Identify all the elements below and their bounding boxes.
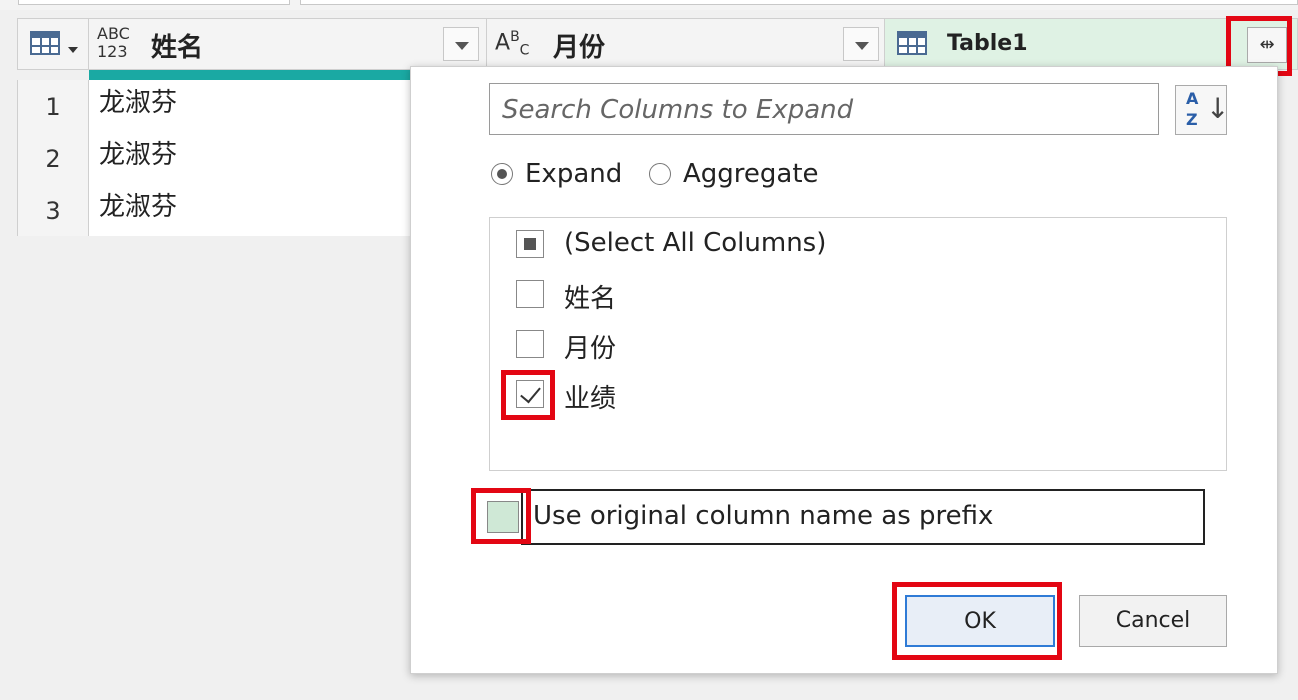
table-cell[interactable]: 龙淑芬 — [89, 132, 411, 184]
cancel-button[interactable]: Cancel — [1079, 595, 1227, 647]
checkbox-label: 业绩 — [564, 384, 617, 414]
highlight-box — [471, 488, 531, 544]
filter-dropdown-button[interactable] — [443, 27, 479, 61]
column-header-month[interactable]: ABC 月份 — [487, 18, 885, 70]
table-row[interactable]: 2 龙淑芬 — [17, 132, 411, 184]
row-number: 1 — [17, 80, 89, 132]
filter-dropdown-button[interactable] — [843, 27, 879, 61]
table-icon — [30, 31, 60, 55]
sort-az-icon: AZ — [1186, 89, 1199, 129]
radio-expand-label: Expand — [525, 159, 623, 189]
column-checkbox-list: (Select All Columns) 姓名 月份 业绩 — [489, 217, 1227, 471]
table-row[interactable]: 3 龙淑芬 — [17, 184, 411, 236]
grid-corner-menu[interactable] — [17, 18, 89, 70]
prefix-label: Use original column name as prefix — [533, 501, 994, 531]
select-all-checkbox[interactable] — [516, 230, 544, 258]
chevron-down-icon — [68, 47, 78, 53]
table-cell[interactable]: 龙淑芬 — [89, 184, 411, 236]
column-header-label: 姓名 — [151, 33, 204, 63]
highlight-box — [892, 582, 1062, 660]
checkbox-label: 月份 — [564, 334, 617, 364]
table-cell[interactable]: 龙淑芬 — [89, 80, 411, 132]
radio-expand[interactable] — [491, 163, 513, 185]
sort-az-button[interactable]: AZ ↓ — [1175, 85, 1230, 135]
column-quality-bar — [89, 70, 429, 80]
type-text-icon: ABC — [495, 29, 530, 59]
search-columns-input[interactable]: Search Columns to Expand — [489, 83, 1159, 135]
row-number: 3 — [17, 184, 89, 236]
formula-bar[interactable] — [300, 0, 1298, 5]
radio-aggregate-label: Aggregate — [683, 159, 819, 189]
highlight-box — [501, 370, 555, 420]
column-header-label: Table1 — [947, 31, 1028, 56]
column-header-label: 月份 — [553, 33, 606, 63]
checkbox-label: 姓名 — [564, 284, 617, 314]
radio-aggregate[interactable] — [649, 163, 671, 185]
table-icon — [897, 31, 927, 55]
type-any-icon: ABC 123 — [97, 24, 130, 61]
row-number: 2 — [17, 132, 89, 184]
table-row[interactable]: 1 龙淑芬 — [17, 80, 411, 132]
column-header-name[interactable]: ABC 123 姓名 — [89, 18, 487, 70]
name-box[interactable] — [18, 0, 290, 5]
checkbox-label: (Select All Columns) — [564, 228, 827, 258]
column-checkbox[interactable] — [516, 330, 544, 358]
column-checkbox[interactable] — [516, 280, 544, 308]
arrow-down-icon: ↓ — [1206, 92, 1230, 125]
